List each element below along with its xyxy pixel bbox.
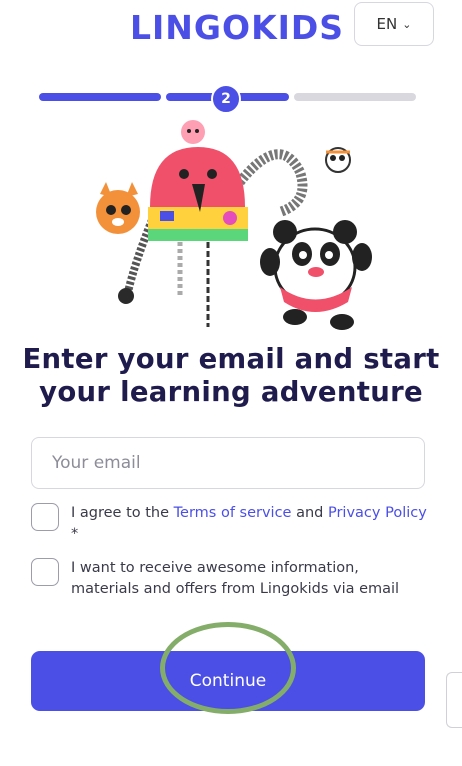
marketing-checkbox[interactable] [31, 558, 59, 586]
edge-card [446, 672, 462, 728]
terms-of-service-link[interactable]: Terms of service [174, 505, 292, 521]
email-field[interactable] [31, 437, 425, 489]
terms-consent: I agree to the Terms of service and Priv… [31, 503, 431, 545]
chevron-down-icon: ⌄ [402, 17, 412, 31]
progress-step-3 [294, 93, 416, 101]
terms-checkbox[interactable] [31, 503, 59, 531]
lingokids-logo: LINGOKIDS [130, 8, 345, 47]
current-step-badge: 2 [211, 84, 241, 114]
terms-and: and [291, 505, 328, 521]
terms-prefix: I agree to the [71, 505, 174, 521]
continue-button[interactable]: Continue [31, 651, 425, 711]
required-marker: * [71, 526, 79, 542]
language-selector[interactable]: EN ⌄ [354, 2, 434, 46]
page-title: Enter your email and start your learning… [0, 343, 462, 409]
page-title-line-1: Enter your email and start [22, 343, 440, 375]
marketing-text: I want to receive awesome information, m… [71, 560, 400, 597]
terms-text: I agree to the Terms of service and Priv… [71, 503, 431, 545]
marketing-consent: I want to receive awesome information, m… [31, 558, 431, 600]
characters-illustration [96, 120, 372, 330]
progress-bar: 2 [39, 84, 416, 114]
page-title-line-2: your learning adventure [39, 376, 423, 408]
language-label: EN [376, 15, 398, 33]
privacy-policy-link[interactable]: Privacy Policy [328, 505, 427, 521]
progress-step-1 [39, 93, 161, 101]
